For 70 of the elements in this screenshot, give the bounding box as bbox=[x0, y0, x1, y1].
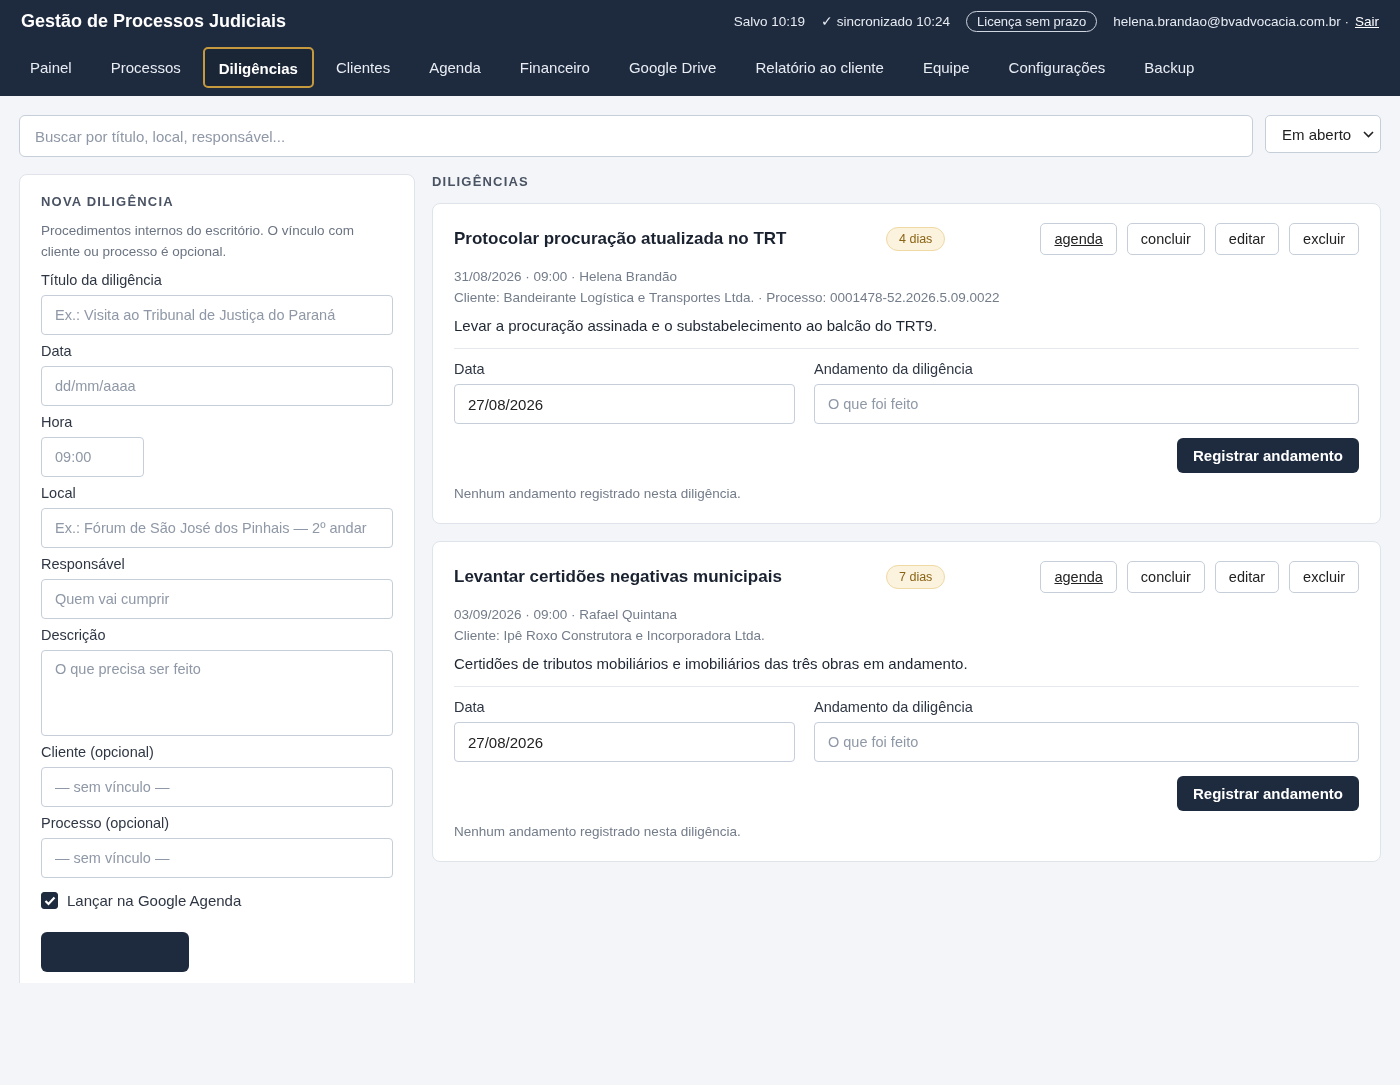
empty-note: Nenhum andamento registrado nesta diligência. bbox=[454, 824, 742, 839]
task-title: Protocolar procuração atualizada no TRT bbox=[454, 229, 788, 249]
action-button[interactable]: concluir bbox=[1126, 561, 1205, 593]
field-label: Título da diligência bbox=[41, 272, 163, 288]
field-label: Local bbox=[41, 485, 77, 501]
task-meta: 03/09/2026 · 09:00 · Rafael Quintana bbox=[454, 607, 678, 622]
action-button[interactable]: editar bbox=[1214, 561, 1280, 593]
status-filter-dropdown[interactable]: Em aberto bbox=[1265, 115, 1381, 153]
sync-status: ✓ sincronizado 10:24 bbox=[820, 13, 950, 29]
nav-tab[interactable]: Agenda bbox=[412, 47, 498, 88]
chevron-down-icon bbox=[1363, 130, 1374, 138]
task-client: Cliente: Ipê Roxo Construtora e Incorporadora Ltda. bbox=[454, 628, 766, 643]
input-field[interactable]: Ex.: Fórum de São José dos Pinhais — 2º andar bbox=[41, 508, 393, 548]
field-label: Data bbox=[454, 699, 486, 715]
saved-status: Salvo 10:19 bbox=[733, 13, 805, 29]
action-button[interactable]: concluir bbox=[1126, 223, 1205, 255]
app-title: Gestão de Processos Judiciais bbox=[21, 10, 287, 32]
action-button[interactable]: agenda bbox=[1040, 223, 1117, 255]
nav-tab[interactable]: Backup bbox=[1127, 47, 1212, 88]
search-field[interactable]: Buscar por título, local, responsável... bbox=[19, 115, 1253, 157]
register-button[interactable]: Registrar andamento bbox=[1176, 438, 1359, 473]
user-email: helena.brandao@bvadvocacia.com.br · bbox=[1113, 13, 1349, 29]
form-heading: NOVA DILIGÊNCIA bbox=[41, 194, 175, 209]
task-description: Levar a procuração assinada e o substabelecimento ao balcão do TRT9. bbox=[454, 317, 1359, 349]
checkbox[interactable] bbox=[41, 892, 58, 909]
due-badge: 4 dias bbox=[886, 227, 946, 251]
action-button[interactable]: agenda bbox=[1040, 561, 1117, 593]
time-field[interactable]: 09:00 bbox=[41, 437, 144, 477]
action-button[interactable]: excluir bbox=[1289, 223, 1359, 255]
input-field[interactable]: — sem vínculo — bbox=[41, 767, 393, 807]
task-meta: 31/08/2026 · 09:00 · Helena Brandão bbox=[454, 269, 678, 284]
progress-field[interactable]: O que foi feito bbox=[814, 722, 1359, 762]
register-button[interactable]: Registrar andamento bbox=[1176, 776, 1359, 811]
task-client: Cliente: Bandeirante Logística e Transportes Ltda. · Processo: 0001478-52.2026.5.09.0022 bbox=[454, 290, 1001, 305]
nav-tab[interactable]: Configurações bbox=[991, 47, 1123, 88]
input-field[interactable]: Ex.: Visita ao Tribunal de Justiça do Paraná bbox=[41, 295, 393, 335]
field-label: Data bbox=[41, 343, 73, 359]
nav-tab[interactable]: Relatório ao cliente bbox=[738, 47, 901, 88]
input-field[interactable]: Quem vai cumprir bbox=[41, 579, 393, 619]
nav-tab[interactable]: Equipe bbox=[905, 47, 987, 88]
nav-tab[interactable]: Clientes bbox=[318, 47, 408, 88]
description-field[interactable]: O que precisa ser feito bbox=[41, 650, 393, 736]
field-label: Responsável bbox=[41, 556, 126, 572]
form-description: Procedimentos internos do escritório. O vínculo com cliente ou processo é opcional. bbox=[41, 222, 355, 261]
checkbox-label: Lançar na Google Agenda bbox=[67, 892, 242, 909]
field-label: Data bbox=[454, 361, 486, 377]
field-label: Processo (opcional) bbox=[41, 815, 171, 831]
action-button[interactable]: editar bbox=[1214, 223, 1280, 255]
input-field[interactable]: dd/mm/aaaa bbox=[41, 366, 393, 406]
date-field[interactable]: 27/08/2026 bbox=[454, 722, 795, 762]
nav-tab[interactable]: Financeiro bbox=[502, 47, 607, 88]
task-title: Levantar certidões negativas municipais bbox=[454, 567, 783, 587]
nav-tab[interactable]: Painel bbox=[13, 47, 89, 88]
field-label: Cliente (opcional) bbox=[41, 744, 155, 760]
action-button[interactable]: excluir bbox=[1289, 561, 1359, 593]
field-label: Descrição bbox=[41, 627, 107, 643]
field-label: Andamento da diligência bbox=[814, 699, 974, 715]
logout-link[interactable]: Sair bbox=[1355, 13, 1379, 29]
progress-field[interactable]: O que foi feito bbox=[814, 384, 1359, 424]
field-label: Andamento da diligência bbox=[814, 361, 974, 377]
list-heading: DILIGÊNCIAS bbox=[432, 174, 530, 189]
input-field[interactable]: — sem vínculo — bbox=[41, 838, 393, 878]
field-label: Hora bbox=[41, 414, 74, 430]
date-field[interactable]: 27/08/2026 bbox=[454, 384, 795, 424]
nav-tab[interactable]: Google Drive bbox=[611, 47, 734, 88]
due-badge: 7 dias bbox=[886, 565, 946, 589]
nav-tab[interactable]: Diligências bbox=[202, 47, 314, 88]
empty-note: Nenhum andamento registrado nesta diligência. bbox=[454, 486, 742, 501]
nav-tab[interactable]: Processos bbox=[93, 47, 198, 88]
task-description: Certidões de tributos mobiliários e imobiliários das três obras em andamento. bbox=[454, 655, 1359, 687]
